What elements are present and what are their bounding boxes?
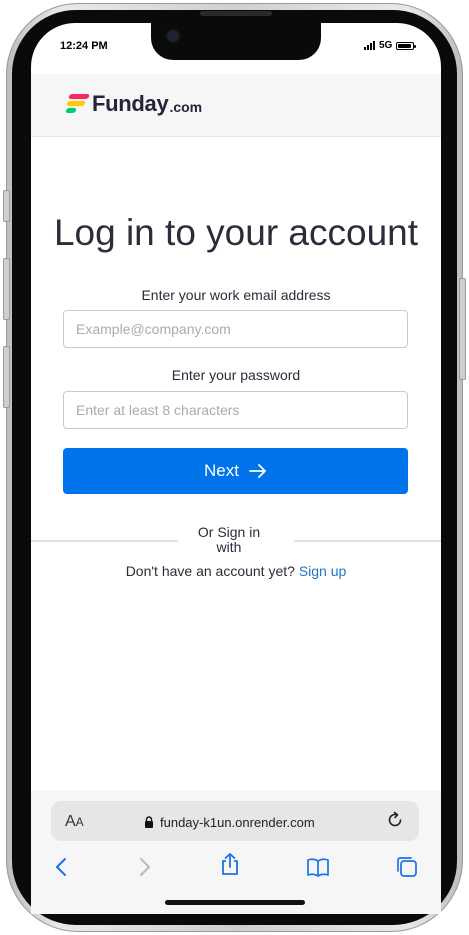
volume-down-button: [3, 346, 10, 408]
app-header: Funday .com: [31, 74, 441, 137]
notch: [151, 23, 321, 60]
logo-bar: [66, 101, 86, 106]
email-field[interactable]: [63, 310, 408, 348]
reload-icon[interactable]: [386, 811, 404, 829]
power-button: [459, 278, 466, 380]
next-button-label: Next: [204, 461, 239, 480]
text-size-button[interactable]: AA: [65, 813, 84, 831]
page-title: Log in to your account: [53, 212, 419, 253]
front-camera: [167, 30, 179, 42]
brand-name: Funday: [92, 91, 169, 116]
status-indicators: 5G: [364, 40, 417, 51]
password-label: Enter your password: [171, 367, 301, 383]
next-button[interactable]: Next: [63, 448, 408, 494]
network-type: 5G: [379, 40, 393, 51]
brand-tld: .com: [169, 99, 203, 115]
email-label: Enter your work email address: [141, 287, 331, 303]
bookmarks-icon[interactable]: [306, 855, 330, 879]
silent-switch: [3, 190, 10, 222]
lock-icon: [145, 816, 153, 828]
divider-left: [31, 540, 178, 542]
status-time: 12:24 PM: [60, 40, 108, 52]
sign-up-link[interactable]: Sign up: [299, 563, 346, 579]
home-indicator[interactable]: [165, 900, 305, 905]
brand-logo[interactable]: Funday .com: [65, 91, 203, 117]
logo-bar: [65, 108, 77, 113]
signal-icon: [364, 41, 375, 50]
share-icon[interactable]: [218, 852, 242, 876]
url-text[interactable]: funday-k1un.onrender.com: [160, 815, 315, 830]
arrow-right-icon: [249, 464, 266, 478]
text-size-label-small: A: [75, 815, 84, 829]
divider-right: [294, 540, 441, 542]
password-field[interactable]: [63, 391, 408, 429]
battery-icon: [396, 41, 417, 50]
speaker: [200, 11, 272, 16]
tabs-icon[interactable]: [395, 855, 419, 879]
no-account-text: Don't have an account yet?: [125, 563, 295, 579]
battery-level: [398, 43, 411, 48]
logo-bar: [68, 94, 90, 99]
text-size-label-big: A: [65, 813, 76, 830]
or-sign-in-text: Or Sign in with: [197, 524, 261, 555]
volume-up-button: [3, 258, 10, 320]
signup-prompt: Don't have an account yet? Sign up: [31, 563, 441, 579]
back-icon[interactable]: [50, 855, 74, 879]
logo-mark-icon: [65, 94, 90, 114]
forward-icon[interactable]: [132, 855, 156, 879]
